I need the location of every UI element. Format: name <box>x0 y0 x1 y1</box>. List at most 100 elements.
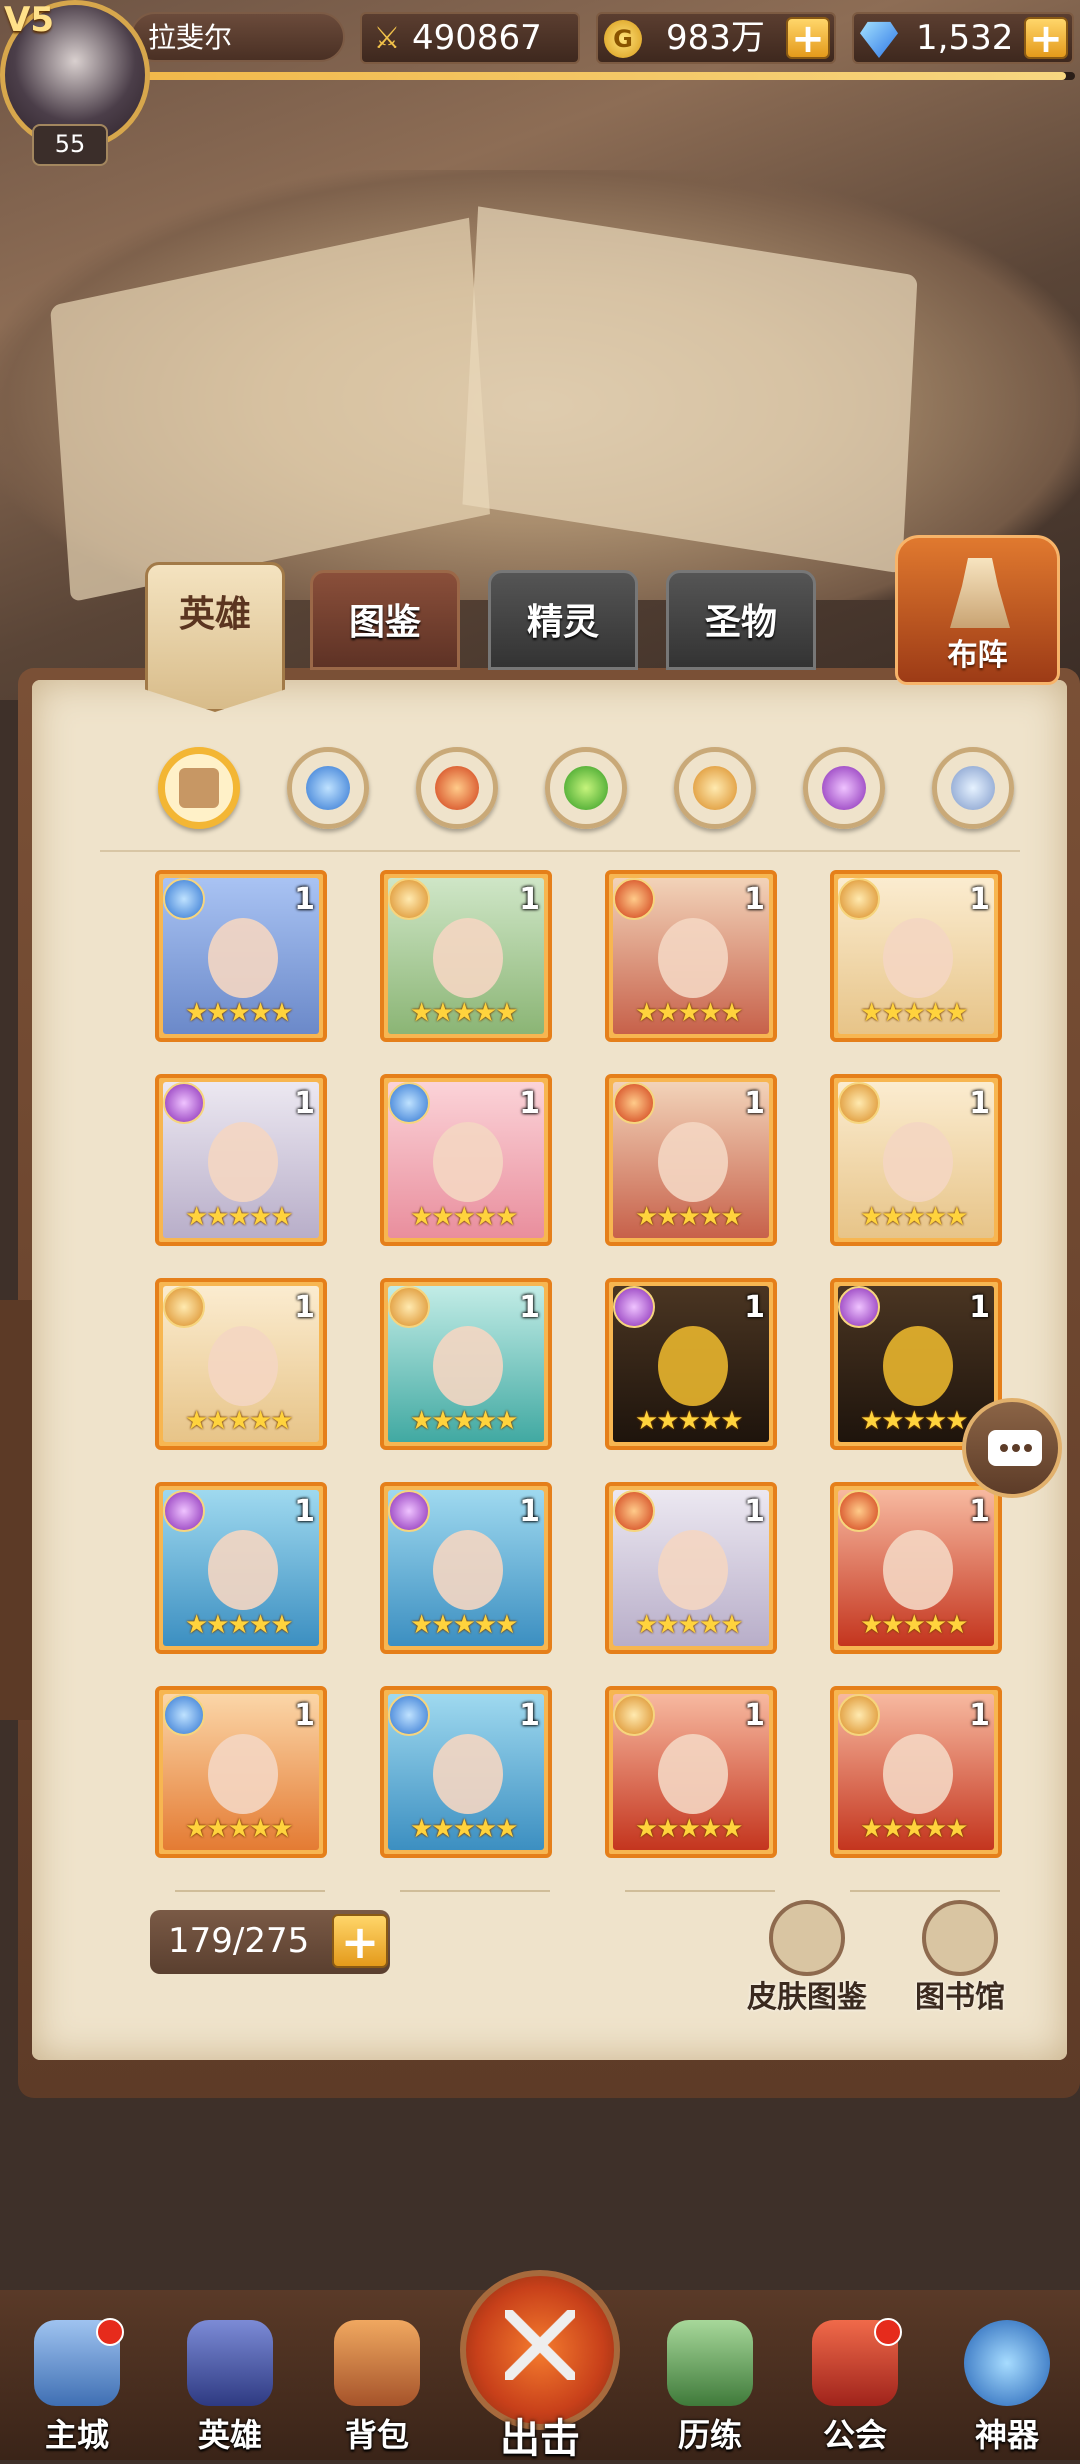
notification-dot <box>874 2318 902 2346</box>
hero-level: 1 <box>519 882 540 917</box>
element-badge-icon <box>388 1694 430 1736</box>
hero-level: 1 <box>294 882 315 917</box>
element-badge-icon <box>613 1490 655 1532</box>
hero-face <box>658 1326 728 1406</box>
element-badge-icon <box>613 1694 655 1736</box>
element-badge-icon <box>163 1694 205 1736</box>
formation-button[interactable]: 布阵 <box>895 535 1060 685</box>
tab-spirit[interactable]: 精灵 <box>488 570 638 670</box>
hero-level: 1 <box>744 1290 765 1325</box>
hero-level: 1 <box>294 1086 315 1121</box>
hero-card[interactable]: 1 ★★★★★ <box>380 1482 552 1654</box>
orb-icon <box>667 2320 753 2406</box>
filter-wind-button[interactable] <box>545 747 627 829</box>
hero-level: 1 <box>969 1698 990 1733</box>
hero-card[interactable]: 1 ★★★★★ <box>605 1278 777 1450</box>
hero-card[interactable]: 1 ★★★★★ <box>605 1686 777 1858</box>
hero-face <box>658 1530 728 1610</box>
element-badge-icon <box>838 878 880 920</box>
player-level: 55 <box>32 124 108 166</box>
hero-stars: ★★★★★ <box>185 1814 294 1844</box>
grid-icon <box>179 768 219 808</box>
hero-face <box>433 1734 503 1814</box>
hero-level: 1 <box>969 1086 990 1121</box>
hero-card[interactable]: 1 ★★★★★ <box>605 1482 777 1654</box>
notification-dot <box>96 2318 124 2346</box>
nav-bag-label: 背包 <box>344 2416 409 2454</box>
grid-separator <box>625 1890 775 1892</box>
filter-all-button[interactable] <box>158 747 240 829</box>
filter-void-button[interactable] <box>932 747 1014 829</box>
hero-card[interactable]: 1 ★★★★★ <box>155 1074 327 1246</box>
hero-card[interactable]: 1 ★★★★★ <box>155 870 327 1042</box>
element-badge-icon <box>613 878 655 920</box>
nav-bag[interactable]: 背包 <box>312 2310 442 2460</box>
hero-level: 1 <box>969 1494 990 1529</box>
hero-level: 1 <box>519 1290 540 1325</box>
hero-level: 1 <box>969 882 990 917</box>
xp-fill <box>140 72 1066 80</box>
tab-heroes[interactable]: 英雄 <box>145 562 285 712</box>
nav-training[interactable]: 历练 <box>645 2310 775 2460</box>
element-badge-icon <box>163 1082 205 1124</box>
hero-stars: ★★★★★ <box>860 1202 969 1232</box>
skin-atlas-label: 皮肤图鉴 <box>747 1980 867 2015</box>
filter-light-button[interactable] <box>674 747 756 829</box>
hero-card[interactable]: 1 ★★★★★ <box>605 1074 777 1246</box>
hero-card[interactable]: 1 ★★★★★ <box>830 870 1002 1042</box>
moon-icon <box>822 766 866 810</box>
element-badge-icon <box>163 878 205 920</box>
hero-face <box>883 918 953 998</box>
power-display: ⚔ 490867 <box>360 12 580 64</box>
filter-fire-button[interactable] <box>416 747 498 829</box>
gold-coin-icon: G <box>604 20 642 58</box>
water-icon <box>306 766 350 810</box>
tab-relic[interactable]: 圣物 <box>666 570 816 670</box>
filter-water-button[interactable] <box>287 747 369 829</box>
hero-stars: ★★★★★ <box>185 1610 294 1640</box>
add-gold-button[interactable]: + <box>786 17 830 59</box>
diamond-icon <box>860 21 898 58</box>
hero-capacity: 179/275 + <box>150 1910 390 1974</box>
hero-level: 1 <box>519 1086 540 1121</box>
vip-badge: V5 <box>4 0 54 40</box>
hero-stars: ★★★★★ <box>410 998 519 1028</box>
power-value: 490867 <box>412 18 542 58</box>
gold-value: 983万 <box>666 18 765 58</box>
hero-card[interactable]: 1 ★★★★★ <box>380 1278 552 1450</box>
hero-card[interactable]: 1 ★★★★★ <box>380 1686 552 1858</box>
hero-face <box>433 1122 503 1202</box>
element-badge-icon <box>163 1490 205 1532</box>
skin-atlas-button[interactable]: 皮肤图鉴 <box>747 1900 867 2015</box>
hero-card[interactable]: 1 ★★★★★ <box>830 1482 1002 1654</box>
hero-card[interactable]: 1 ★★★★★ <box>380 1074 552 1246</box>
hero-card[interactable]: 1 ★★★★★ <box>830 1074 1002 1246</box>
tab-atlas[interactable]: 图鉴 <box>310 570 460 670</box>
hero-stars: ★★★★★ <box>410 1814 519 1844</box>
hero-card[interactable]: 1 ★★★★★ <box>380 870 552 1042</box>
filter-dark-button[interactable] <box>803 747 885 829</box>
chat-dot <box>1024 1444 1032 1452</box>
hero-card[interactable]: 1 ★★★★★ <box>155 1278 327 1450</box>
expand-capacity-button[interactable]: + <box>332 1914 388 1968</box>
hero-stars: ★★★★★ <box>410 1406 519 1436</box>
chat-button[interactable] <box>962 1398 1062 1498</box>
hero-card[interactable]: 1 ★★★★★ <box>830 1686 1002 1858</box>
nav-city[interactable]: 主城 <box>12 2310 142 2460</box>
library-button[interactable]: 图书馆 <box>905 1900 1015 2015</box>
hero-face <box>658 1122 728 1202</box>
gem-value: 1,532 <box>916 18 1014 58</box>
hero-level: 1 <box>744 882 765 917</box>
library-label: 图书馆 <box>915 1980 1005 2015</box>
nav-artifact[interactable]: 神器 <box>942 2310 1072 2460</box>
add-gems-button[interactable]: + <box>1024 17 1068 59</box>
element-badge-icon <box>838 1490 880 1532</box>
hero-card[interactable]: 1 ★★★★★ <box>155 1482 327 1654</box>
nav-guild[interactable]: 公会 <box>790 2310 920 2460</box>
nav-battle[interactable]: 出击 <box>455 2270 625 2462</box>
player-name[interactable]: 拉斐尔 <box>130 12 345 62</box>
hero-card[interactable]: 1 ★★★★★ <box>155 1686 327 1858</box>
nav-city-label: 主城 <box>44 2416 109 2454</box>
nav-heroes[interactable]: 英雄 <box>165 2310 295 2460</box>
hero-card[interactable]: 1 ★★★★★ <box>605 870 777 1042</box>
